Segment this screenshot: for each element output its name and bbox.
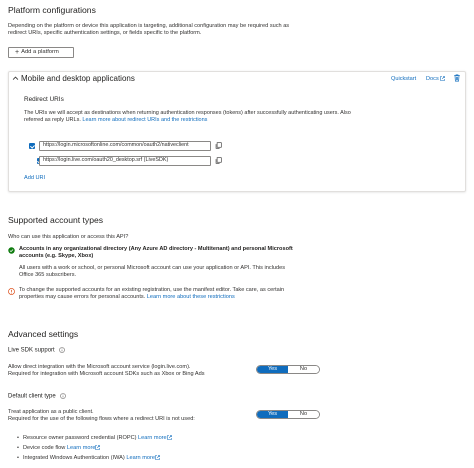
flow-label: Device code flow: [23, 445, 66, 451]
live-sdk-line: Allow direct integration with the Micros…: [8, 364, 191, 370]
flow-label: Resource owner password credential (ROPC…: [23, 435, 137, 441]
copy-icon[interactable]: [215, 157, 222, 165]
public-client-line: Required for the use of the following fl…: [8, 416, 195, 423]
advanced-settings-title: Advanced settings: [8, 329, 79, 339]
warning-line: To change the supported accounts for an …: [19, 287, 285, 293]
default-client-heading-label: Default client type: [8, 393, 56, 400]
info-icon: [60, 393, 67, 399]
explanation-line: Office 365 subscribers.: [19, 272, 77, 279]
flow-learn-more-link[interactable]: Learn more: [126, 455, 160, 461]
toggle-no-option[interactable]: No: [288, 366, 319, 373]
uri-checkbox[interactable]: [29, 143, 35, 149]
description-line: redirect URIs, specific authentication s…: [8, 30, 202, 37]
toggle-no-option[interactable]: No: [288, 411, 319, 418]
docs-label: Docs: [426, 76, 439, 82]
flow-list-item: Device code flow Learn more: [17, 445, 101, 453]
toggle-yes-option[interactable]: Yes: [257, 411, 288, 418]
mobile-desktop-title: Mobile and desktop applications: [21, 74, 135, 83]
live-sdk-line: Required for integration with Microsoft …: [8, 371, 205, 378]
description-line: Depending on the platform or device this…: [8, 23, 290, 29]
supported-accounts-title: Supported account types: [8, 215, 104, 225]
explanation-line: All users with a work or school, or pers…: [19, 265, 286, 271]
info-icon: [59, 347, 66, 353]
flow-learn-more-label: Learn more: [126, 455, 155, 461]
add-platform-button[interactable]: + Add a platform: [8, 47, 74, 58]
flow-learn-more-link[interactable]: Learn more: [67, 445, 101, 451]
redirect-uris-heading: Redirect URIs: [24, 96, 64, 103]
flow-learn-more-label: Learn more: [138, 435, 167, 441]
redirect-uris-description: The URIs we will accept as destinations …: [24, 110, 462, 124]
live-sdk-toggle[interactable]: Yes No: [256, 365, 320, 374]
warning-line: properties may cause errors for personal…: [19, 294, 146, 301]
public-client-description: Treat application as a public client. Re…: [8, 409, 243, 424]
description-line: referred as reply URLs.: [24, 117, 81, 124]
mobile-desktop-panel: Mobile and desktop applications Quicksta…: [8, 71, 466, 192]
flow-label: Integrated Windows Authentication (IWA): [23, 455, 125, 461]
docs-link[interactable]: Docs: [426, 76, 446, 83]
external-link-icon: [155, 455, 160, 460]
flow-learn-more-link[interactable]: Learn more: [138, 435, 172, 441]
flow-learn-more-label: Learn more: [66, 445, 96, 451]
uri-field[interactable]: https://login.microsoftonline.com/common…: [39, 141, 211, 151]
public-client-line: Treat application as a public client.: [8, 409, 94, 415]
manifest-warning: To change the supported accounts for an …: [19, 287, 459, 302]
uri-field[interactable]: https://login.live.com/oauth20_desktop.s…: [39, 156, 211, 166]
selected-account-line: Accounts in any organizational directory…: [19, 246, 293, 252]
external-link-icon: [95, 445, 101, 450]
add-uri-link[interactable]: Add URI: [24, 175, 45, 182]
flow-list-item: Integrated Windows Authentication (IWA) …: [17, 455, 160, 463]
account-type-explanation: All users with a work or school, or pers…: [19, 265, 459, 280]
platform-config-title: Platform configurations: [8, 5, 96, 15]
default-client-heading: Default client type: [8, 393, 67, 401]
redirect-uris-learn-more-link[interactable]: Learn more about redirect URIs and the r…: [82, 117, 207, 123]
delete-icon[interactable]: [453, 74, 461, 83]
live-sdk-heading-label: Live SDK support: [8, 347, 55, 354]
selected-account-type: Accounts in any organizational directory…: [19, 246, 459, 261]
description-line: The URIs we will accept as destinations …: [24, 110, 351, 116]
warning-icon: [8, 288, 15, 296]
external-link-icon: [440, 76, 446, 81]
selected-account-line: accounts (e.g. Skype, Xbox): [19, 253, 94, 260]
restrictions-learn-more-link[interactable]: Learn more about these restrictions: [147, 294, 235, 300]
toggle-yes-option[interactable]: Yes: [257, 366, 288, 373]
add-platform-label: Add a platform: [21, 48, 59, 55]
flow-list-item: Resource owner password credential (ROPC…: [17, 435, 172, 443]
quickstart-link[interactable]: Quickstart: [391, 76, 416, 83]
live-sdk-heading: Live SDK support: [8, 347, 66, 355]
plus-icon: +: [15, 49, 20, 56]
chevron-up-icon[interactable]: [12, 75, 19, 83]
copy-icon[interactable]: [215, 142, 222, 150]
success-check-icon: [8, 247, 15, 255]
external-link-icon: [166, 435, 172, 440]
live-sdk-description: Allow direct integration with the Micros…: [8, 364, 243, 379]
public-client-toggle[interactable]: Yes No: [256, 410, 320, 419]
supported-accounts-question: Who can use this application or access t…: [8, 234, 129, 240]
platform-config-description: Depending on the platform or device this…: [8, 23, 468, 38]
